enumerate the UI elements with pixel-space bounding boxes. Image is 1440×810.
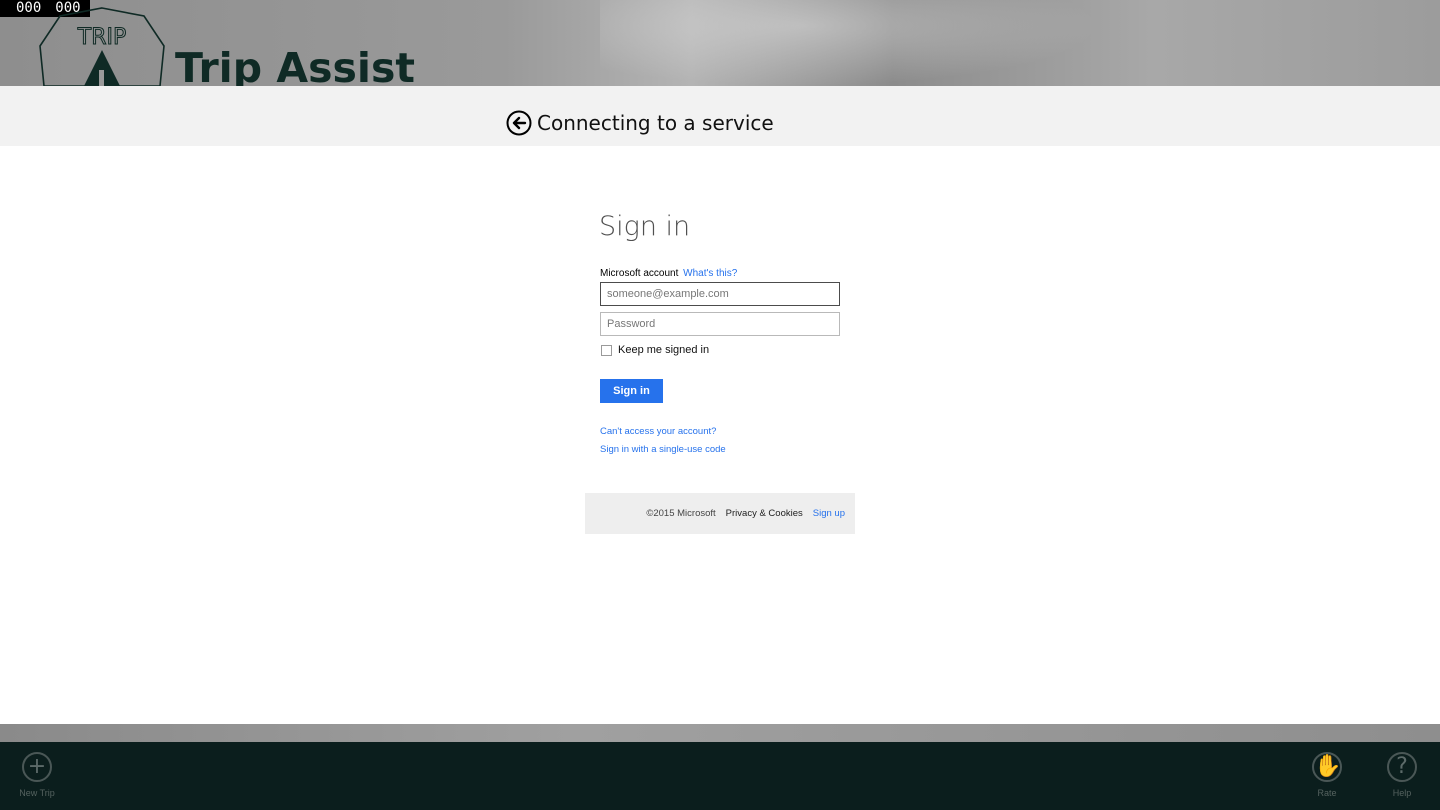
app-title: Trip Assist bbox=[175, 44, 415, 86]
checkbox-box[interactable] bbox=[601, 345, 612, 356]
background-strip bbox=[0, 724, 1440, 742]
signin-footer: ©2015 Microsoft Privacy & Cookies Sign u… bbox=[585, 493, 855, 534]
thumbs-up-icon: ✋ bbox=[1312, 752, 1342, 782]
signup-link[interactable]: Sign up bbox=[813, 508, 845, 519]
rate-label: Rate bbox=[1317, 788, 1337, 798]
whats-this-link[interactable]: What's this? bbox=[683, 268, 737, 279]
rate-button[interactable]: ✋ Rate bbox=[1297, 752, 1357, 804]
header-background-image bbox=[600, 0, 1100, 86]
help-button[interactable]: ? Help bbox=[1372, 752, 1432, 804]
trip-logo: TRIP bbox=[39, 7, 165, 86]
signin-button[interactable]: Sign in bbox=[600, 379, 663, 403]
keep-signed-in-label: Keep me signed in bbox=[618, 344, 710, 356]
cant-access-account-link[interactable]: Can't access your account? bbox=[600, 426, 716, 438]
new-trip-label: New Trip bbox=[19, 788, 55, 798]
email-field[interactable] bbox=[600, 282, 840, 306]
question-icon: ? bbox=[1387, 752, 1417, 782]
account-label-text: Microsoft account bbox=[600, 268, 679, 279]
logo-text: TRIP bbox=[77, 25, 126, 50]
back-arrow-icon[interactable] bbox=[506, 110, 532, 136]
account-label: Microsoft account What's this? bbox=[600, 267, 737, 280]
app-header: 000 000 TRIP Trip Assist bbox=[0, 0, 1440, 86]
new-trip-button[interactable]: + New Trip bbox=[7, 752, 67, 804]
auth-header-title: Connecting to a service bbox=[537, 111, 774, 135]
plus-icon: + bbox=[22, 752, 52, 782]
app-bar bbox=[0, 742, 1440, 810]
signin-heading: Sign in bbox=[599, 211, 691, 242]
single-use-code-link[interactable]: Sign in with a single-use code bbox=[600, 444, 726, 456]
keep-signed-in-checkbox[interactable]: Keep me signed in bbox=[601, 344, 709, 357]
copyright-text: ©2015 Microsoft bbox=[646, 508, 716, 519]
password-field[interactable] bbox=[600, 312, 840, 336]
help-label: Help bbox=[1392, 788, 1412, 798]
signin-page bbox=[0, 146, 1440, 724]
privacy-cookies-link[interactable]: Privacy & Cookies bbox=[726, 508, 803, 519]
